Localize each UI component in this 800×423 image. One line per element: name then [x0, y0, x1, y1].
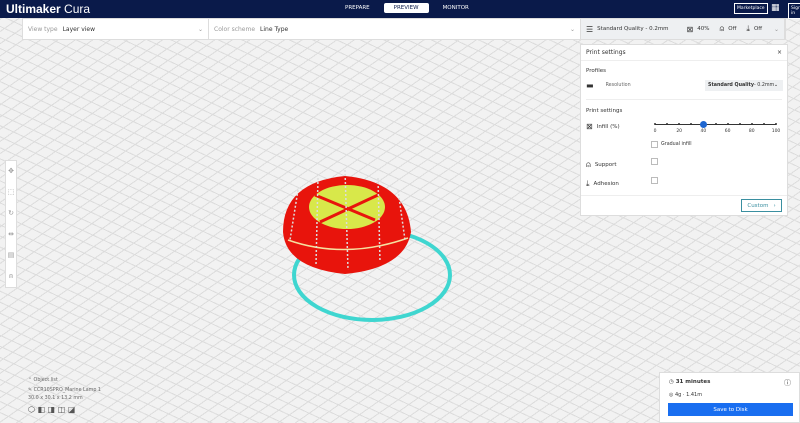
slider-tick — [726, 123, 729, 125]
slider-tick — [762, 123, 765, 125]
view-toolbar: View type Layer view ⌄ Color scheme Line Ty… — [22, 18, 786, 40]
infill-icon: ⊠ — [586, 122, 593, 131]
resolution-label: Resolution — [605, 83, 631, 88]
view-type-label: View type — [28, 25, 58, 33]
color-scheme-value: Line Type — [260, 25, 289, 33]
gradual-infill-label: Gradual infill — [661, 142, 692, 147]
slider-label: 80 — [748, 129, 755, 134]
slider-tick — [690, 123, 693, 125]
print-time: 31 minutes — [675, 379, 711, 385]
stage-prepare[interactable]: PREPARE — [335, 3, 380, 13]
tool-sidebar: ✥ ⬚ ↻ ⇹ ▤ ⍝ — [5, 160, 17, 288]
top-bar: Ultimaker Cura PREPARE PREVIEW MONITOR M… — [0, 0, 800, 19]
print-settings-summary[interactable]: ☰ Standard Quality - 0.2mm ⊠ 40% ⍝ Off ⤓ Of… — [581, 19, 785, 39]
adhesion-checkbox[interactable] — [651, 177, 658, 184]
clock-icon: ◷ — [669, 379, 674, 385]
info-icon[interactable]: ⓘ — [784, 378, 791, 388]
support-checkbox[interactable] — [651, 158, 658, 165]
custom-button[interactable]: Custom › — [741, 199, 782, 212]
profiles-heading: Profiles — [586, 68, 606, 74]
slider-tick — [738, 123, 741, 125]
apps-grid-icon[interactable]: ▦ — [771, 3, 780, 13]
slider-tick — [654, 123, 656, 125]
quality-summary: Standard Quality - 0.2mm — [597, 26, 669, 32]
object-name: ✎ CCR10SPRO_Marine Lamp 1 — [28, 388, 101, 393]
slider-label: 0 — [653, 129, 657, 134]
chevron-down-icon: ⌄ — [569, 25, 575, 33]
chevron-down-icon: ⌄ — [773, 83, 778, 88]
slider-label: 40 — [700, 129, 707, 134]
adhesion-label: Adhesion — [593, 181, 619, 187]
chevron-down-icon: ⌄ — [773, 25, 779, 33]
gradual-infill-checkbox[interactable] — [651, 141, 658, 148]
slider-tick — [678, 123, 681, 125]
per-model-settings-icon[interactable]: ▤ — [6, 245, 16, 266]
chevron-right-icon: › — [773, 202, 776, 209]
color-scheme-select[interactable]: Color scheme Line Type ⌄ — [209, 19, 581, 39]
scale-icon[interactable]: ⬚ — [6, 182, 16, 203]
pencil-icon[interactable]: ✎ — [28, 388, 32, 393]
slider-tick — [714, 123, 717, 125]
infill-summary: 40% — [697, 26, 710, 32]
color-scheme-label: Color scheme — [214, 25, 256, 33]
slider-tick — [666, 123, 669, 125]
material-estimate: 4g · 1.41m — [674, 392, 703, 398]
print-settings-heading: Print settings — [586, 108, 623, 114]
view-orientation-icons[interactable]: ⬡ ◧ ◨ ◫ ◪ — [28, 405, 101, 414]
support-summary: Off — [728, 26, 737, 32]
support-icon: ⍝ — [719, 24, 725, 33]
sliders-icon: ☰ — [586, 24, 594, 34]
sign-in-button[interactable]: Sign in — [788, 3, 800, 19]
close-icon[interactable]: × — [777, 49, 782, 56]
adhesion-summary: Off — [753, 26, 763, 32]
slider-label: 60 — [724, 129, 731, 134]
support-label: Support — [594, 162, 617, 168]
marketplace-button[interactable]: Marketplace — [734, 3, 768, 14]
adhesion-icon: ⤓ — [586, 179, 590, 188]
support-icon: ⍝ — [586, 160, 591, 169]
resolution-icon: ▬ — [586, 81, 594, 90]
support-blocker-icon[interactable]: ⍝ — [6, 266, 16, 287]
infill-slider[interactable] — [654, 121, 777, 128]
slider-tick — [775, 123, 777, 125]
print-settings-panel: Print settings × Profiles ▬ Resolution Pri… — [580, 44, 788, 216]
object-list-toggle[interactable]: ⌃ Object list — [28, 378, 101, 383]
save-to-disk-button[interactable]: Save to Disk — [668, 403, 793, 416]
view-type-select[interactable]: View type Layer view ⌄ — [23, 19, 209, 39]
object-info: ⌃ Object list ✎ CCR10SPRO_Marine Lamp 1 … — [28, 378, 101, 414]
slider-label: 20 — [676, 129, 683, 134]
object-dimensions: 30.0 x 30.1 x 13.2 mm — [28, 396, 83, 401]
infill-slider-handle[interactable] — [699, 121, 707, 128]
infill-icon: ⊠ — [686, 24, 694, 34]
stage-preview[interactable]: PREVIEW — [383, 3, 429, 13]
material-icon: ◎ — [669, 392, 674, 398]
mirror-icon[interactable]: ⇹ — [6, 224, 16, 245]
view-type-value: Layer view — [62, 25, 96, 33]
stage-monitor[interactable]: MONITOR — [433, 3, 479, 13]
infill-label: Infill (%) — [596, 123, 620, 130]
move-icon[interactable]: ✥ — [6, 161, 16, 182]
slider-tick — [750, 123, 753, 125]
rotate-icon[interactable]: ↻ — [6, 203, 16, 224]
adhesion-icon: ⤓ — [746, 24, 750, 33]
panel-title: Print settings — [586, 49, 626, 56]
chevron-down-icon: ⌄ — [197, 25, 203, 33]
slider-label: 100 — [771, 129, 781, 134]
app-logo: Ultimaker Cura — [6, 2, 91, 16]
profile-select[interactable]: Standard Quality - 0.2mm ⌄ — [705, 80, 783, 91]
